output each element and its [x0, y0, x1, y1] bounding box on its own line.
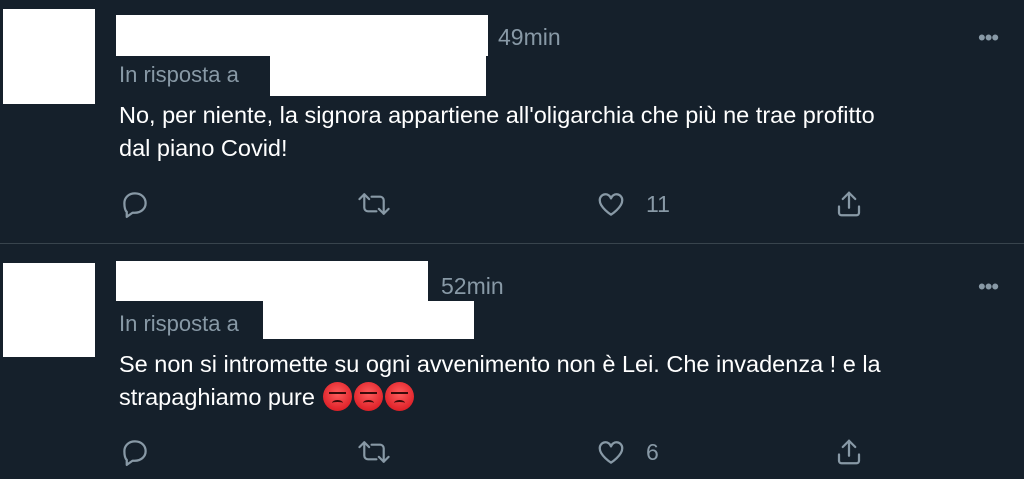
retweet-icon — [358, 441, 390, 463]
heart-icon — [598, 193, 624, 216]
reply-to-label: In risposta a — [119, 311, 239, 336]
retweet-button[interactable] — [357, 437, 391, 467]
tweet-text-line: dal piano Covid! — [119, 135, 288, 161]
like-count: 11 — [646, 190, 670, 217]
tweet-text: Se non si intromette su ogni avvenimento… — [119, 348, 999, 414]
tweet-timestamp[interactable]: 52min — [441, 275, 504, 298]
like-count: 6 — [646, 438, 659, 465]
tweet-text-line: No, per niente, la signora appartiene al… — [119, 102, 875, 128]
retweet-icon — [358, 193, 390, 215]
share-button[interactable] — [834, 189, 864, 219]
avatar-redacted[interactable] — [3, 9, 95, 104]
tweet[interactable]: 49min ••• In risposta a No, per niente, … — [0, 0, 1024, 244]
tweet-text: No, per niente, la signora appartiene al… — [119, 99, 999, 165]
reply-icon — [123, 192, 147, 218]
angry-face-icon — [385, 382, 415, 411]
username-redacted[interactable] — [116, 261, 428, 301]
like-button[interactable]: 11 — [596, 189, 670, 219]
more-options-icon[interactable]: ••• — [978, 276, 999, 298]
reply-to-handle-redacted[interactable] — [270, 56, 486, 96]
tweet-actions: 11 — [0, 189, 1024, 221]
like-button[interactable]: 6 — [596, 437, 659, 467]
tweet-text-line: strapaghiamo pure — [119, 381, 999, 414]
reply-button[interactable] — [120, 437, 150, 467]
tweet-timestamp[interactable]: 49min — [498, 26, 561, 49]
reply-to-handle-redacted[interactable] — [263, 301, 474, 339]
tweet-text-line: Se non si intromette su ogni avvenimento… — [119, 351, 881, 377]
share-icon — [837, 191, 861, 217]
avatar-redacted[interactable] — [3, 263, 95, 357]
share-button[interactable] — [834, 437, 864, 467]
angry-face-icon — [323, 382, 353, 411]
heart-icon — [598, 441, 624, 464]
tweet-text-fragment: strapaghiamo pure — [119, 384, 315, 410]
tweet-actions: 6 — [0, 437, 1024, 469]
reply-to-label: In risposta a — [119, 62, 239, 87]
username-redacted[interactable] — [116, 15, 488, 56]
reply-icon — [123, 440, 147, 466]
angry-face-icon — [354, 382, 384, 411]
share-icon — [837, 439, 861, 465]
reply-button[interactable] — [120, 189, 150, 219]
tweet[interactable]: 52min ••• In risposta a Se non si introm… — [0, 245, 1024, 479]
tweet-divider — [0, 243, 1024, 244]
more-options-icon[interactable]: ••• — [978, 27, 999, 49]
retweet-button[interactable] — [357, 189, 391, 219]
